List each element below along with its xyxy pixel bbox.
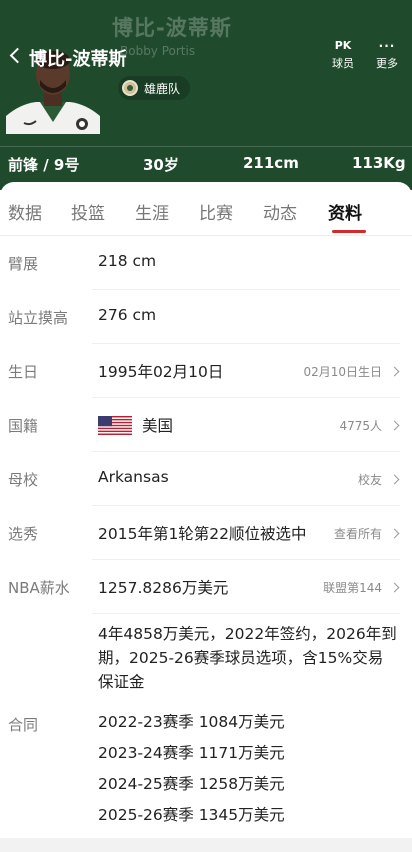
reach-value: 276 cm [98, 306, 157, 324]
birthday-extra: 02月10日生日 [303, 365, 382, 379]
team-name: 雄鹿队 [144, 81, 181, 96]
chevron-right-icon [389, 366, 400, 377]
active-tab-indicator [332, 230, 366, 233]
wingspan-value: 218 cm [98, 252, 157, 270]
nationality-value: 美国 [142, 417, 174, 435]
contract-season: 2023-24赛季 1171万美元 [98, 744, 285, 762]
contract-summary: 4年4858万美元，2022年签约，2026年到期，2025-26赛季球员选项，… [98, 625, 397, 691]
salary-link[interactable]: 联盟第144 [323, 579, 400, 596]
tab-games[interactable]: 比赛 [199, 199, 233, 224]
tab-news[interactable]: 动态 [263, 199, 297, 224]
row-birthday[interactable]: 生日 1995年02月10日 02月10日生日 [0, 344, 412, 398]
row-nationality[interactable]: 国籍 美国 4775人 [0, 398, 412, 452]
row-college[interactable]: 母校 Arkansas 校友 [0, 452, 412, 506]
chevron-right-icon [389, 474, 400, 485]
chevron-right-icon [389, 582, 400, 593]
contract-season: 2024-25赛季 1258万美元 [98, 775, 285, 793]
player-header: 博比-波蒂斯 Bobby Portis 博比-波蒂斯 PK 球员 ··· 更多 … [0, 0, 412, 190]
back-button[interactable] [8, 46, 26, 66]
salary-extra: 联盟第144 [323, 581, 382, 595]
chevron-right-icon [389, 528, 400, 539]
bucks-logo-icon [122, 80, 138, 96]
college-link[interactable]: 校友 [357, 471, 400, 488]
more-button[interactable]: ··· 更多 [372, 40, 402, 71]
row-wingspan: 臂展 218 cm [0, 236, 412, 290]
tab-career[interactable]: 生涯 [135, 199, 169, 224]
salary-value: 1257.8286万美元 [98, 579, 229, 597]
stat-age: 30岁 [143, 156, 179, 174]
stat-position: 前锋 / 9号 [8, 156, 80, 174]
usa-flag-icon [98, 416, 132, 435]
background-english-name: Bobby Portis [120, 44, 196, 58]
contract-season: 2025-26赛季 1345万美元 [98, 806, 285, 824]
wingspan-label: 臂展 [8, 255, 39, 273]
player-stats-bar: 前锋 / 9号 30岁 211cm 113Kg [0, 146, 412, 180]
row-draft[interactable]: 选秀 2015年第1轮第22顺位被选中 查看所有 [0, 506, 412, 560]
birthday-link[interactable]: 02月10日生日 [303, 363, 400, 380]
tab-stats[interactable]: 数据 [8, 199, 42, 224]
draft-link[interactable]: 查看所有 [333, 525, 400, 542]
draft-value: 2015年第1轮第22顺位被选中 [98, 525, 307, 543]
college-value: Arkansas [98, 468, 169, 486]
college-extra: 校友 [357, 473, 382, 487]
reach-label: 站立摸高 [8, 309, 69, 327]
contract-label: 合同 [8, 716, 39, 734]
contract-season: 2022-23赛季 1084万美元 [98, 713, 285, 731]
page-title: 博比-波蒂斯 [29, 49, 127, 70]
college-label: 母校 [8, 471, 39, 489]
more-label: 更多 [376, 57, 398, 70]
nationality-extra: 4775人 [339, 419, 382, 433]
pk-button[interactable]: PK 球员 [330, 40, 356, 71]
tab-profile[interactable]: 资料 [328, 199, 362, 224]
stat-height: 211cm [243, 154, 299, 172]
birthday-label: 生日 [8, 363, 39, 381]
draft-label: 选秀 [8, 525, 39, 543]
bottom-separator [0, 838, 412, 852]
team-badge[interactable]: 雄鹿队 [118, 76, 191, 100]
birthday-value: 1995年02月10日 [98, 363, 224, 381]
row-salary[interactable]: NBA薪水 1257.8286万美元 联盟第144 [0, 560, 412, 614]
stat-weight: 113Kg [352, 154, 406, 172]
chevron-right-icon [389, 420, 400, 431]
salary-label: NBA薪水 [8, 579, 70, 597]
row-contract: 合同 4年4858万美元，2022年签约，2026年到期，2025-26赛季球员… [0, 612, 412, 842]
pk-icon: PK [334, 39, 352, 52]
more-icon: ··· [378, 39, 396, 53]
row-standing-reach: 站立摸高 276 cm [0, 290, 412, 344]
nationality-label: 国籍 [8, 417, 39, 435]
background-name: 博比-波蒂斯 [112, 16, 232, 40]
nationality-link[interactable]: 4775人 [339, 417, 400, 434]
tab-bar: 数据 投篮 生涯 比赛 动态 资料 [0, 182, 412, 236]
pk-label: 球员 [332, 57, 354, 70]
draft-extra: 查看所有 [333, 527, 382, 541]
tab-shooting[interactable]: 投篮 [71, 199, 105, 224]
